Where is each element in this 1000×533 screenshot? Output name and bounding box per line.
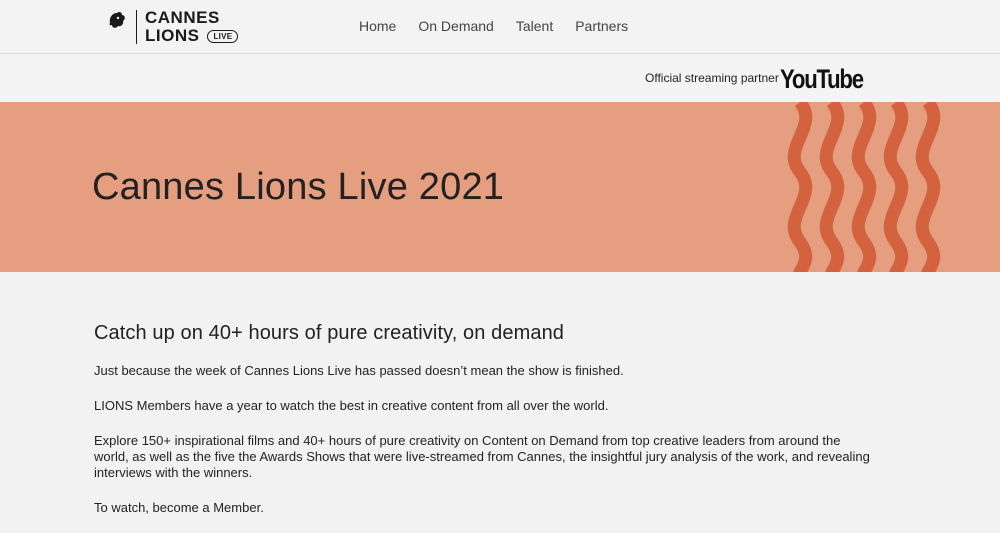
section-heading: Catch up on 40+ hours of pure creativity… bbox=[94, 322, 565, 344]
logo-line-lions: LIONS bbox=[145, 26, 200, 45]
hero-banner: Cannes Lions Live 2021 bbox=[0, 102, 1000, 272]
wave-line bbox=[883, 102, 909, 272]
streaming-partner-label: Official streaming partner bbox=[645, 71, 779, 85]
top-navigation-bar: CANNES LIONS LIVE Home On Demand Talent … bbox=[0, 0, 1000, 54]
page-title: Cannes Lions Live 2021 bbox=[92, 166, 505, 208]
live-badge: LIVE bbox=[207, 29, 239, 43]
lion-icon bbox=[109, 11, 125, 28]
partner-strip: Official streaming partner YouTube bbox=[0, 55, 1000, 102]
paragraph: LIONS Members have a year to watch the b… bbox=[94, 398, 609, 413]
paragraph: Just because the week of Cannes Lions Li… bbox=[94, 363, 624, 378]
nav-home[interactable]: Home bbox=[359, 17, 396, 35]
paragraph: Explore 150+ inspirational films and 40+… bbox=[94, 433, 870, 480]
logo-line-cannes: CANNES bbox=[145, 8, 220, 27]
youtube-logo[interactable]: YouTube bbox=[780, 64, 864, 95]
paragraph: To watch, become a Member. bbox=[94, 500, 264, 515]
nav-on-demand[interactable]: On Demand bbox=[418, 17, 493, 35]
wave-pattern-decoration bbox=[787, 102, 941, 272]
cannes-lions-live-logo[interactable]: CANNES LIONS LIVE bbox=[106, 7, 239, 47]
nav-talent[interactable]: Talent bbox=[516, 17, 553, 35]
main-nav: Home On Demand Talent Partners bbox=[359, 17, 650, 35]
main-content: Catch up on 40+ hours of pure creativity… bbox=[94, 322, 874, 533]
wave-line bbox=[915, 102, 941, 272]
logo-wordmark: CANNES LIONS LIVE bbox=[145, 8, 239, 45]
nav-partners[interactable]: Partners bbox=[575, 17, 628, 35]
wave-line bbox=[819, 102, 845, 272]
wave-line bbox=[787, 102, 813, 272]
wave-line bbox=[851, 102, 877, 272]
logo-divider bbox=[136, 10, 137, 44]
